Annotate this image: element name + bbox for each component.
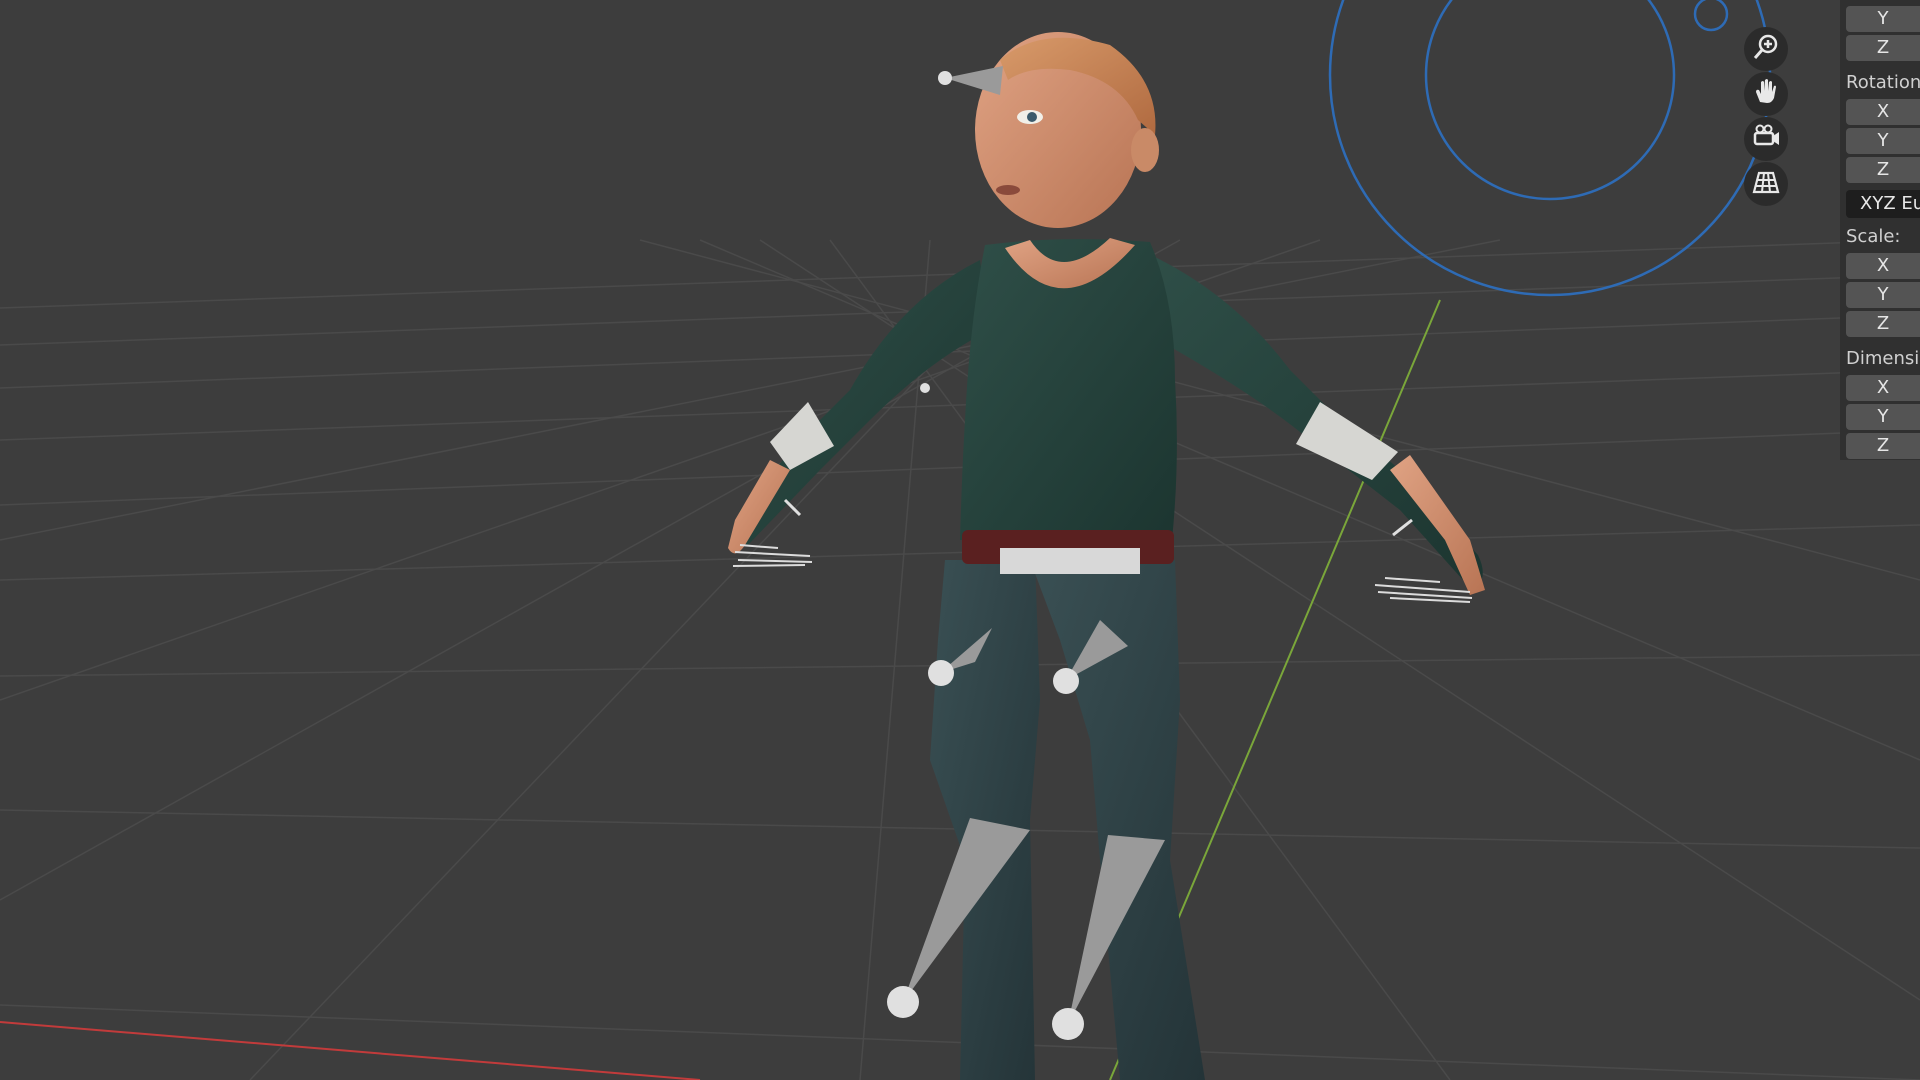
rotation-z-field[interactable]: Z: [1846, 157, 1920, 183]
rotation-mode-value: XYZ Euler: [1860, 193, 1920, 214]
rotation-y-label: Y: [1877, 130, 1889, 151]
location-z-field[interactable]: Z: [1846, 35, 1920, 61]
rotate-gizmo-handle[interactable]: [1693, 0, 1729, 32]
bone-joint-hip-right[interactable]: [1053, 668, 1079, 694]
rotate-gizmo[interactable]: [1328, 0, 1772, 297]
camera-icon: [1750, 121, 1782, 157]
transform-sidebar: Y Z Rotation X Y Z XYZ Euler Scale: X Y …: [1840, 0, 1920, 460]
bone-joint-hip-left[interactable]: [928, 660, 954, 686]
scale-z-label: Z: [1876, 313, 1890, 334]
scale-section-label: Scale:: [1846, 226, 1901, 247]
bone-hand-right[interactable]: [1392, 518, 1413, 537]
rotation-x-label: X: [1876, 101, 1890, 122]
bone-joint-knee-right[interactable]: [1052, 1008, 1084, 1040]
bone-joint-head[interactable]: [938, 71, 952, 85]
viewport-scene: [0, 0, 1920, 1080]
rotate-gizmo-inner-ring[interactable]: [1424, 0, 1676, 201]
bone-head[interactable]: [945, 66, 1003, 95]
rotation-section-label: Rotation: [1846, 72, 1920, 93]
character-arm-left: [736, 260, 990, 545]
scale-y-field[interactable]: Y: [1846, 282, 1920, 308]
location-z-label: Z: [1876, 37, 1890, 58]
dimensions-z-field[interactable]: Z: [1846, 433, 1920, 459]
dimensions-x-label: X: [1876, 377, 1890, 398]
character-belt-buckle: [1000, 548, 1140, 574]
grid-perspective-icon: [1750, 166, 1782, 202]
3d-viewport[interactable]: Y Z Rotation X Y Z XYZ Euler Scale: X Y …: [0, 0, 1920, 1080]
bone-hand-left[interactable]: [783, 498, 802, 517]
rotation-y-field[interactable]: Y: [1846, 128, 1920, 154]
perspective-toggle-button[interactable]: [1744, 162, 1788, 206]
character-pupil: [1027, 112, 1037, 122]
scale-z-field[interactable]: Z: [1846, 311, 1920, 337]
character-ear: [1131, 128, 1159, 172]
finger-bones-left: [732, 544, 813, 567]
dimensions-y-label: Y: [1877, 406, 1889, 427]
rotation-z-label: Z: [1876, 159, 1890, 180]
rotate-gizmo-outer-ring[interactable]: [1328, 0, 1772, 297]
character-mouth: [996, 185, 1020, 195]
hand-pan-icon: [1750, 76, 1782, 112]
camera-view-button[interactable]: [1744, 117, 1788, 161]
zoom-button[interactable]: [1744, 27, 1788, 71]
scale-x-label: X: [1876, 255, 1890, 276]
finger-bones-right: [1374, 577, 1473, 603]
dimensions-x-field[interactable]: X: [1846, 375, 1920, 401]
location-y-field[interactable]: Y: [1846, 6, 1920, 32]
bone-joint-knee-left[interactable]: [887, 986, 919, 1018]
dimensions-z-label: Z: [1876, 435, 1890, 456]
pan-button[interactable]: [1744, 72, 1788, 116]
scale-x-field[interactable]: X: [1846, 253, 1920, 279]
zoom-icon: [1750, 31, 1782, 67]
rotation-x-field[interactable]: X: [1846, 99, 1920, 125]
scale-y-label: Y: [1877, 284, 1889, 305]
dimensions-y-field[interactable]: Y: [1846, 404, 1920, 430]
location-y-label: Y: [1877, 8, 1889, 29]
rotation-mode-dropdown[interactable]: XYZ Euler: [1846, 190, 1920, 218]
bone-joint-elbow-left[interactable]: [920, 383, 930, 393]
x-axis-line: [0, 1021, 701, 1080]
dimensions-section-label: Dimensions:: [1846, 348, 1920, 369]
